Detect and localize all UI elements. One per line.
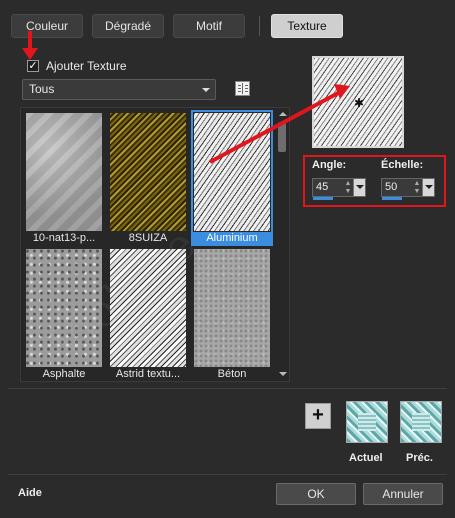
texture-label: 10-nat13-p... (32, 232, 96, 244)
texture-preview: ✱ (312, 56, 404, 148)
cancel-button[interactable]: Annuler (363, 483, 443, 505)
texture-label: Astrid textu... (115, 368, 181, 380)
scale-label: Échelle: (381, 159, 424, 171)
selection-frame (191, 110, 273, 246)
texture-thumbnail (194, 249, 270, 367)
texture-label: Aluminium (191, 232, 273, 246)
chevron-down-icon[interactable] (422, 179, 434, 196)
spin-arrows-icon[interactable]: ▲ ▼ (412, 180, 422, 196)
texture-thumbnail (26, 113, 102, 231)
texture-library-icon[interactable] (235, 81, 250, 96)
add-texture-label[interactable]: Ajouter Texture (46, 59, 127, 73)
texture-label: Béton (217, 368, 247, 380)
scale-slider-bar[interactable] (382, 197, 402, 200)
tab-separator (259, 16, 260, 36)
help-link[interactable]: Aide (18, 487, 42, 499)
scroll-down-icon[interactable] (279, 372, 287, 376)
chevron-down-icon (202, 88, 210, 92)
current-label: Actuel (349, 452, 383, 464)
divider (8, 388, 447, 389)
add-texture-checkbox[interactable]: ✓ (27, 60, 39, 72)
texture-scrollbar[interactable] (277, 110, 287, 378)
texture-thumbnail (110, 113, 186, 231)
current-swatch[interactable] (346, 401, 388, 443)
previous-swatch[interactable] (400, 401, 442, 443)
tab-couleur[interactable]: Couleur (11, 14, 83, 38)
ok-button[interactable]: OK (276, 483, 356, 505)
cursor-icon: ✱ (354, 96, 365, 110)
tab-motif[interactable]: Motif (173, 14, 245, 38)
scroll-thumb[interactable] (278, 122, 286, 152)
add-swatch-button[interactable]: + (305, 403, 331, 429)
scale-stepper[interactable]: 50 ▲ ▼ (381, 178, 435, 200)
texture-label: Asphalte (42, 368, 86, 380)
spin-arrows-icon[interactable]: ▲ ▼ (343, 180, 353, 196)
angle-stepper[interactable]: 45 ▲ ▼ (312, 178, 366, 200)
scroll-up-icon[interactable] (279, 112, 287, 116)
scale-value[interactable]: 50 (385, 181, 397, 193)
angle-label: Angle: (312, 159, 347, 171)
tab-degrade[interactable]: Dégradé (92, 14, 164, 38)
divider (8, 474, 447, 475)
chevron-down-icon[interactable] (353, 179, 365, 196)
category-value: Tous (29, 82, 55, 96)
tab-texture[interactable]: Texture (271, 14, 343, 38)
angle-value[interactable]: 45 (316, 181, 328, 193)
angle-slider-bar[interactable] (313, 197, 333, 200)
previous-label: Préc. (406, 452, 433, 464)
category-select[interactable]: Tous (22, 79, 216, 100)
